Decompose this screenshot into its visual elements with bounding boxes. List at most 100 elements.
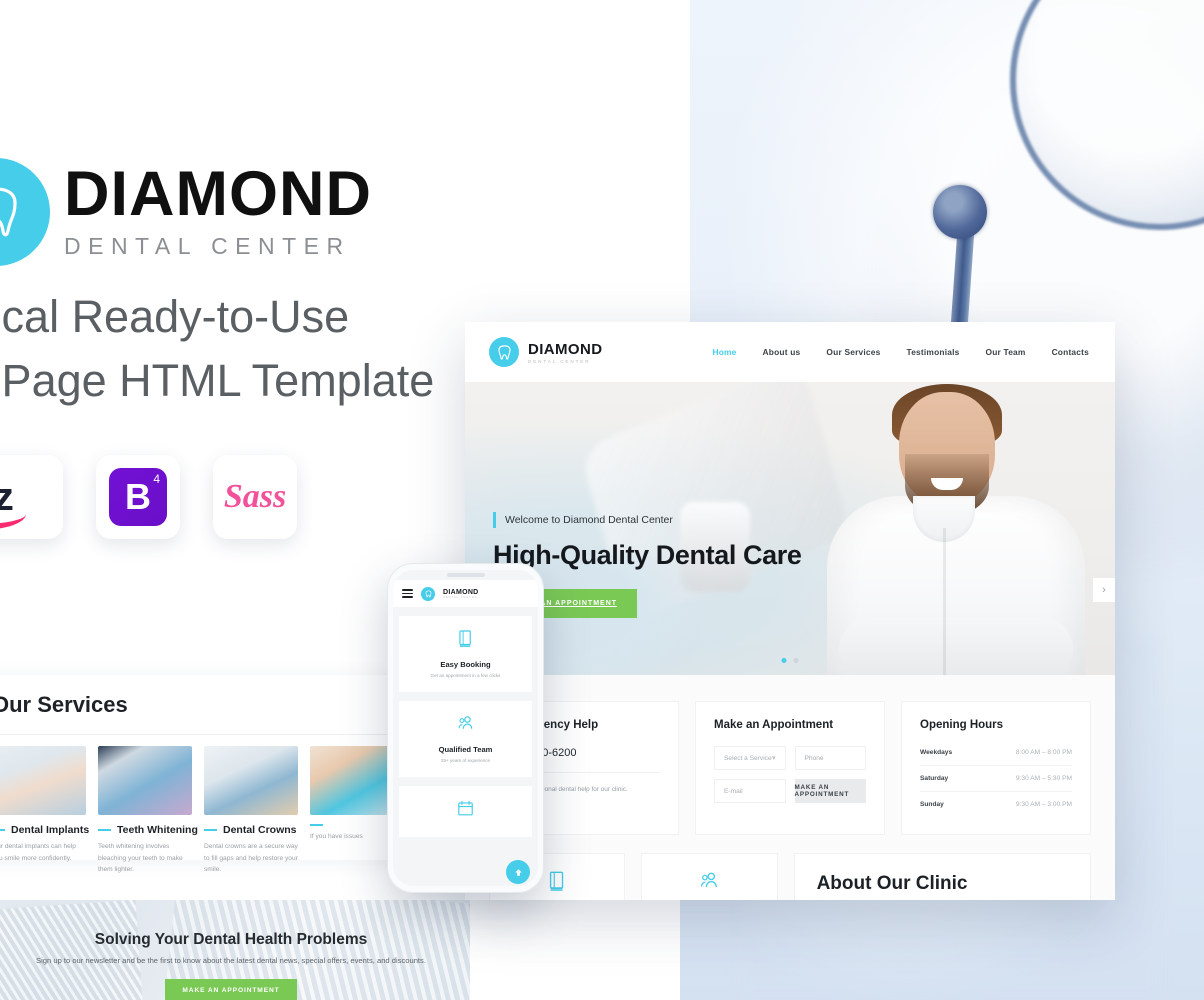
site-logo[interactable]: DIAMOND DENTAL CENTER [489, 337, 602, 367]
nav-item-our-services[interactable]: Our Services [826, 347, 880, 357]
phone-feature-schedule [399, 786, 532, 837]
hours-row: Saturday 9:30 AM – 5:30 PM [920, 766, 1072, 792]
nav-item-contacts[interactable]: Contacts [1052, 347, 1089, 357]
promo-headline-line2: One Page HTML Template [0, 354, 435, 406]
hours-row: Weekdays 8:00 AM – 8:00 PM [920, 740, 1072, 766]
service-dash-icon [204, 829, 217, 831]
appointment-card: Make an Appointment Select a Service ▾ P… [695, 701, 885, 835]
hero-kicker: Welcome to Diamond Dental Center [505, 514, 673, 526]
main-menu: Home About us Our Services Testimonials … [712, 347, 1089, 357]
service-select[interactable]: Select a Service ▾ [714, 746, 786, 770]
nav-item-testimonials[interactable]: Testimonials [907, 347, 960, 357]
hero-dot-1[interactable] [781, 658, 787, 663]
service-name: Dental Implants [11, 824, 90, 836]
sass-badge: Sass [213, 455, 297, 539]
service-name-wrap: Dental Implants [0, 824, 90, 836]
phone-feature-title: Qualified Team [438, 745, 493, 754]
templatemonster-smile [0, 514, 27, 530]
bootstrap4-badge: B 4 [96, 455, 180, 539]
dental-bur-head [933, 185, 987, 239]
phone-feature-easy-booking: Easy Booking Get an appointment in a few… [399, 616, 532, 692]
hero-kicker-wrap: Welcome to Diamond Dental Center [493, 512, 801, 528]
tooth-logo-icon [489, 337, 519, 367]
calendar-icon [456, 800, 475, 822]
hero-title: High-Quality Dental Care [493, 540, 802, 570]
hours-value: 9:30 AM – 5:30 PM [1015, 775, 1072, 782]
service-name-wrap: Teeth Whitening [98, 824, 198, 836]
phone-input[interactable]: Phone [794, 746, 866, 770]
service-dash-icon [310, 824, 323, 826]
hero-dot-2[interactable] [793, 658, 799, 663]
brand-logo: DIAMOND DENTAL CENTER [0, 158, 372, 266]
appointment-form: Select a Service ▾ Phone E-mail MAKE AN … [714, 746, 866, 803]
phone-navbar: DIAMOND DENTAL CENTER [393, 580, 538, 607]
hamburger-menu-icon[interactable] [402, 587, 413, 601]
site-navbar: DIAMOND DENTAL CENTER Home About us Our … [465, 322, 1115, 382]
service-description: Our dental implants can help you smile m… [0, 843, 76, 862]
phone-floating-action-button[interactable] [506, 860, 530, 884]
hero-next-button[interactable]: › [1093, 578, 1115, 602]
hours-row: Sunday 9:30 AM – 3:00 PM [920, 792, 1072, 817]
service-name-wrap: Dental Crowns [204, 824, 298, 836]
mockup-content: Emergency Help 800-700-6200 24/7 profess… [465, 675, 1115, 900]
email-input[interactable]: E-mail [714, 779, 786, 803]
service-card[interactable]: Teeth Whitening Teeth whitening involves… [92, 746, 198, 876]
phone-logo-title: DIAMOND [443, 588, 479, 596]
opening-hours-card: Opening Hours Weekdays 8:00 AM – 8:00 PM… [901, 701, 1091, 835]
hero-accent-bar [493, 512, 496, 528]
phone-mockup: DIAMOND DENTAL CENTER Easy Booking Get a… [387, 563, 544, 893]
info-cards-row: Emergency Help 800-700-6200 24/7 profess… [489, 701, 1091, 835]
hours-day: Saturday [920, 775, 949, 782]
brand-name: DIAMOND [64, 159, 372, 230]
chevron-down-icon: ▾ [771, 755, 776, 762]
newsletter-band: Solving Your Dental Health Problems Sign… [0, 900, 470, 1000]
hours-day: Sunday [920, 801, 944, 808]
service-name: Teeth Whitening [117, 824, 198, 836]
service-card[interactable]: Dental Crowns Dental crowns are a secure… [198, 746, 304, 876]
phone-speaker [446, 573, 485, 577]
desktop-mockup: DIAMOND DENTAL CENTER Home About us Our … [465, 322, 1115, 900]
opening-hours-list: Weekdays 8:00 AM – 8:00 PM Saturday 9:30… [920, 740, 1072, 817]
service-dash-icon [98, 829, 111, 831]
bootstrap-icon: B 4 [109, 468, 167, 526]
service-image [98, 746, 192, 815]
tooth-logo-icon [0, 158, 50, 266]
nav-item-home[interactable]: Home [712, 347, 736, 357]
service-name: Dental Crowns [223, 824, 297, 836]
service-image [204, 746, 298, 815]
hours-value: 9:30 AM – 3:00 PM [1015, 801, 1072, 808]
appointment-submit-button[interactable]: MAKE AN APPOINTMENT [794, 779, 866, 803]
dental-mirror-shape [1010, 0, 1204, 230]
newsletter-title: Solving Your Dental Health Problems [94, 931, 368, 948]
opening-hours-title: Opening Hours [920, 719, 1004, 731]
service-description: Dental crowns are a secure way to fill g… [204, 843, 298, 874]
service-card[interactable]: Dental Implants Our dental implants can … [0, 746, 92, 876]
site-logo-subtitle: DENTAL CENTER [528, 358, 591, 364]
service-description: Teeth whitening involves bleaching your … [98, 843, 183, 874]
about-clinic-card: About Our Clinic Our main long-term goal… [793, 853, 1091, 900]
hours-value: 8:00 AM – 8:00 PM [1015, 749, 1072, 756]
bootstrap-badge-label: B [125, 476, 151, 517]
templatemonster-badge: mez [0, 455, 63, 539]
brand-subtitle: DENTAL CENTER [64, 232, 351, 259]
appointment-title: Make an Appointment [714, 719, 834, 731]
newsletter-text: Sign up to our newsletter and be the fir… [36, 956, 426, 965]
hero-slider-dots[interactable] [781, 658, 799, 663]
hero-slider: Welcome to Diamond Dental Center High-Qu… [465, 382, 1115, 675]
team-icon [456, 716, 475, 737]
hours-day: Weekdays [920, 749, 953, 756]
book-icon [546, 871, 568, 896]
phone-feature-title: Easy Booking [440, 660, 491, 669]
phone-logo-subtitle: DENTAL CENTER [443, 595, 478, 599]
service-dash-icon [0, 829, 5, 831]
services-title: Our Services [0, 691, 128, 717]
newsletter-appointment-button[interactable]: MAKE AN APPOINTMENT [165, 978, 297, 1000]
promo-headline-line1: Medical Ready-to-Use [0, 291, 350, 342]
nav-item-about-us[interactable]: About us [763, 347, 801, 357]
nav-item-our-team[interactable]: Our Team [985, 347, 1025, 357]
features-row: Easy Booking Get an appointment in a few… [489, 853, 1091, 900]
phone-feature-text: Get an appointment in a few clicks [430, 673, 501, 678]
service-select-value: Select a Service [724, 754, 772, 762]
templatemonster-icon: mez [0, 475, 27, 530]
phone-input-placeholder: Phone [804, 754, 824, 762]
